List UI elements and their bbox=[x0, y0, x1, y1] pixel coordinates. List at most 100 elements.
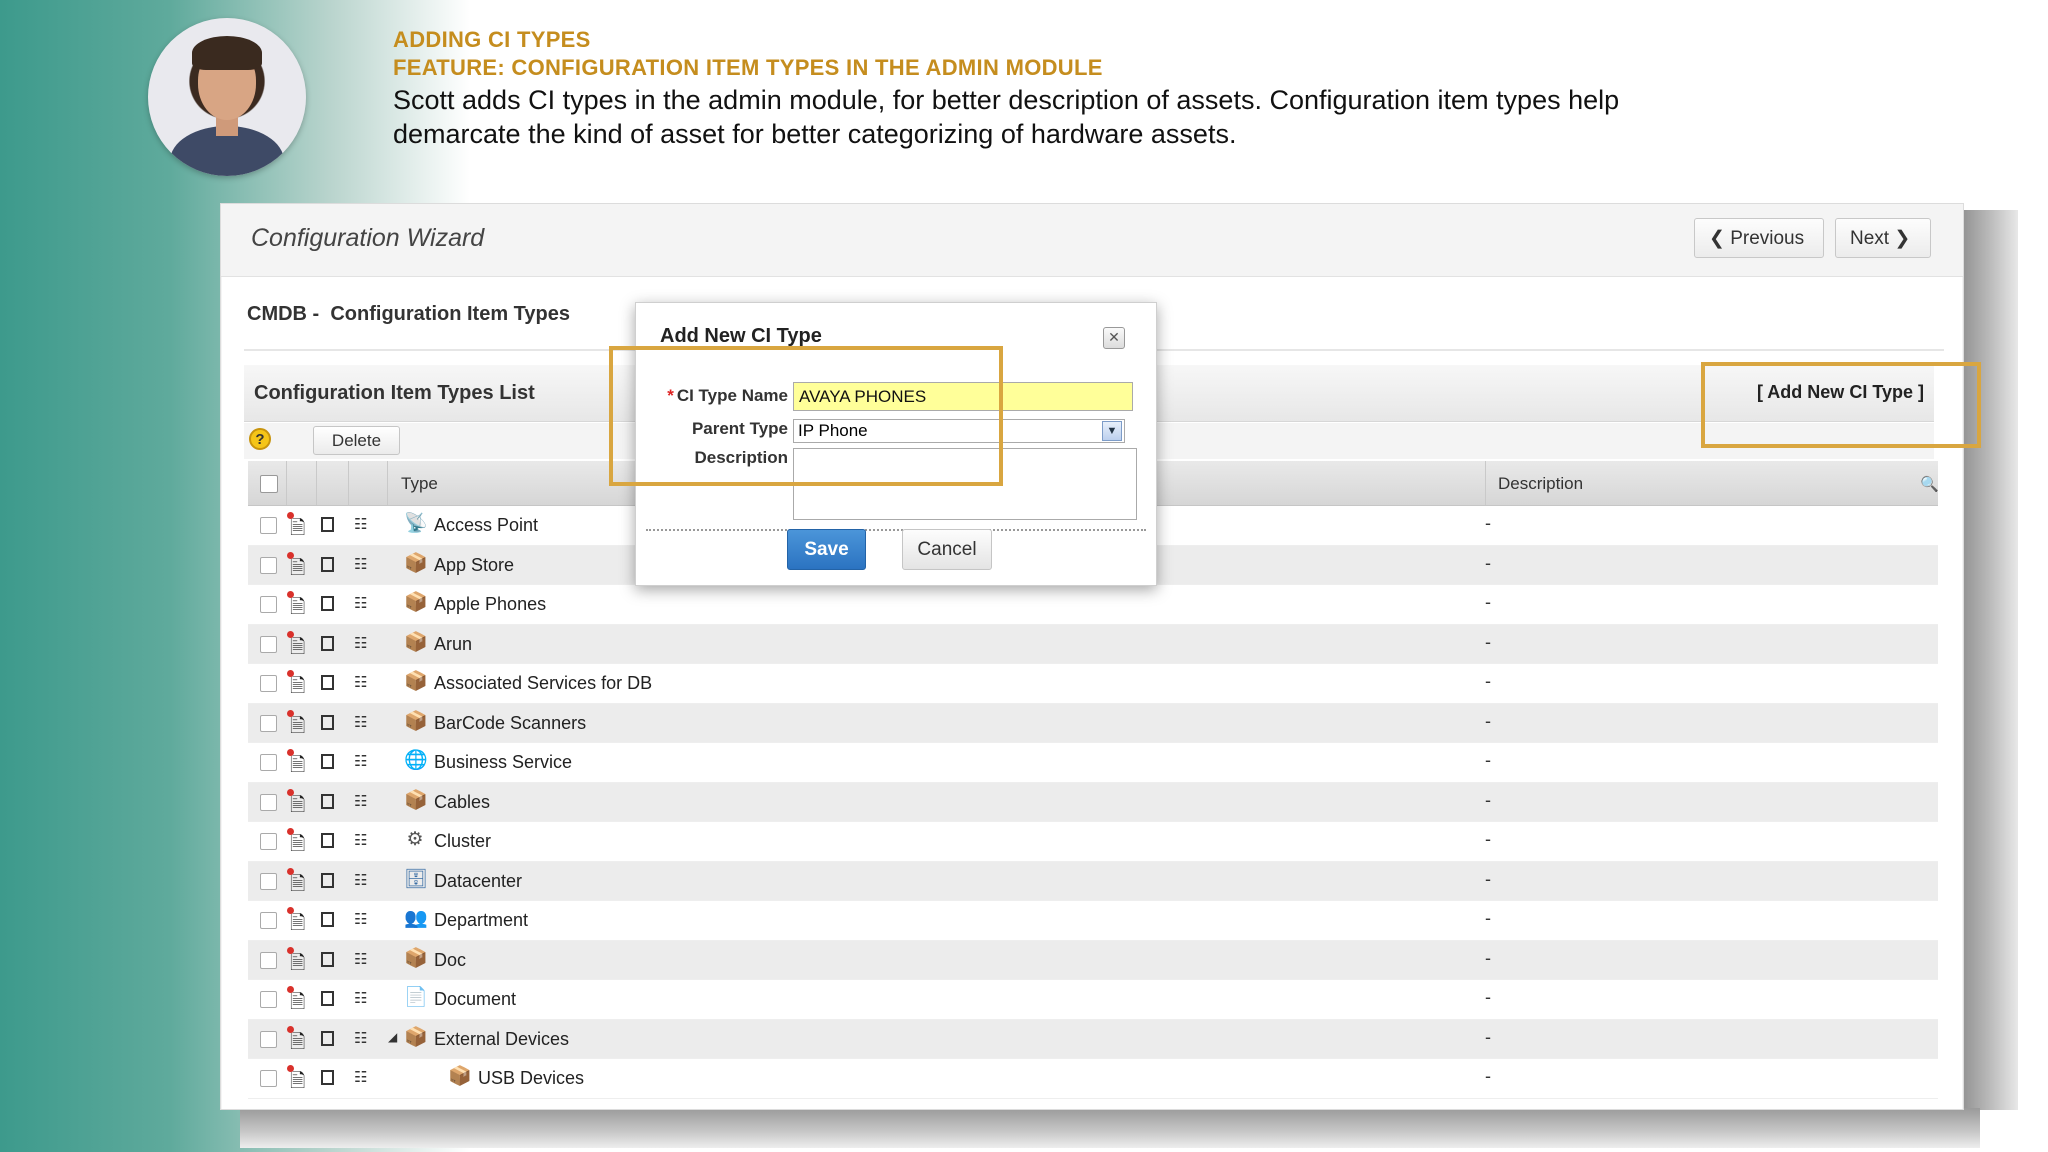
type-label[interactable]: External Devices bbox=[434, 1029, 569, 1050]
edit-icon[interactable]: 🗎 bbox=[286, 788, 305, 823]
row-checkbox[interactable] bbox=[260, 596, 277, 613]
collapse-icon[interactable]: ◢ bbox=[388, 1030, 397, 1044]
table-row[interactable]: 🗎 ☷ 📦 BarCode Scanners - bbox=[248, 703, 1938, 744]
edit-icon[interactable]: 🗎 bbox=[286, 828, 305, 862]
type-label[interactable]: Cluster bbox=[434, 831, 491, 852]
type-label[interactable]: Business Service bbox=[434, 752, 572, 773]
type-label[interactable]: Cables bbox=[434, 792, 490, 813]
hierarchy-icon[interactable]: ☷ bbox=[354, 634, 367, 652]
view-icon[interactable] bbox=[321, 754, 334, 769]
delete-button[interactable]: Delete bbox=[313, 426, 400, 455]
edit-icon[interactable]: 🗎 bbox=[286, 551, 305, 586]
view-icon[interactable] bbox=[321, 675, 334, 690]
table-row[interactable]: 🗎 ☷ ◢ 📦 External Devices - bbox=[248, 1019, 1938, 1060]
edit-icon[interactable]: 🗎 bbox=[286, 709, 305, 744]
view-icon[interactable] bbox=[321, 556, 334, 572]
row-checkbox[interactable] bbox=[260, 754, 277, 771]
hierarchy-icon[interactable]: ☷ bbox=[354, 831, 367, 849]
hierarchy-icon[interactable]: ☷ bbox=[354, 792, 367, 810]
edit-icon[interactable]: 🗎 bbox=[286, 1025, 305, 1060]
view-icon[interactable] bbox=[321, 793, 334, 809]
edit-icon[interactable]: 🗎 bbox=[286, 670, 305, 704]
hierarchy-icon[interactable]: ☷ bbox=[354, 594, 367, 612]
row-checkbox[interactable] bbox=[260, 872, 277, 890]
row-checkbox[interactable] bbox=[260, 556, 277, 574]
view-icon[interactable] bbox=[321, 517, 334, 532]
view-icon[interactable] bbox=[321, 912, 334, 927]
table-row[interactable]: 🗎 ☷ 📦 Arun - bbox=[248, 624, 1938, 665]
hierarchy-icon[interactable]: ☷ bbox=[354, 673, 367, 691]
view-icon[interactable] bbox=[321, 951, 334, 967]
edit-icon[interactable]: 🗎 bbox=[286, 512, 305, 546]
row-checkbox[interactable] bbox=[260, 951, 277, 969]
row-checkbox[interactable] bbox=[260, 1070, 277, 1087]
row-checkbox[interactable] bbox=[260, 912, 277, 929]
table-row[interactable]: 🗎 ☷ ⚙ Cluster - bbox=[248, 822, 1938, 862]
edit-icon[interactable]: 🗎 bbox=[286, 907, 305, 941]
edit-icon[interactable]: 🗎 bbox=[286, 986, 305, 1020]
column-header-description[interactable]: Description bbox=[1498, 474, 1583, 494]
type-label[interactable]: Apple Phones bbox=[434, 594, 546, 615]
hierarchy-icon[interactable]: ☷ bbox=[354, 989, 367, 1007]
table-row[interactable]: 🗎 ☷ 📦 Apple Phones - bbox=[248, 585, 1938, 625]
edit-icon[interactable]: 🗎 bbox=[286, 749, 305, 783]
table-row[interactable]: 🗎 ☷ 📄 Document - bbox=[248, 980, 1938, 1020]
table-row[interactable]: 🗎 ☷ 📦 Associated Services for DB - bbox=[248, 664, 1938, 704]
next-button[interactable]: Next ❯ bbox=[1835, 218, 1931, 258]
hierarchy-icon[interactable]: ☷ bbox=[354, 752, 367, 770]
row-checkbox[interactable] bbox=[260, 793, 277, 811]
view-icon[interactable] bbox=[321, 833, 334, 848]
save-button[interactable]: Save bbox=[787, 529, 866, 570]
edit-icon[interactable]: 🗎 bbox=[286, 946, 305, 981]
row-checkbox[interactable] bbox=[260, 714, 277, 732]
row-checkbox[interactable] bbox=[260, 833, 277, 850]
cancel-button[interactable]: Cancel bbox=[902, 529, 992, 570]
table-row[interactable]: 🗎 ☷ 📦 USB Devices - bbox=[248, 1059, 1938, 1099]
type-label[interactable]: Associated Services for DB bbox=[434, 673, 652, 694]
row-checkbox[interactable] bbox=[260, 1030, 277, 1048]
view-icon[interactable] bbox=[321, 991, 334, 1006]
view-icon[interactable] bbox=[321, 1030, 334, 1046]
type-label[interactable]: USB Devices bbox=[478, 1068, 584, 1089]
table-row[interactable]: 🗎 ☷ 📦 Cables - bbox=[248, 782, 1938, 823]
table-row[interactable]: 🗎 ☷ 👥 Department - bbox=[248, 901, 1938, 941]
table-row[interactable]: 🗎 ☷ 🗄 Datacenter - bbox=[248, 861, 1938, 902]
hierarchy-icon[interactable]: ☷ bbox=[354, 910, 367, 928]
search-icon[interactable]: 🔍 bbox=[1920, 475, 1939, 493]
close-icon[interactable]: ✕ bbox=[1103, 327, 1125, 349]
hierarchy-icon[interactable]: ☷ bbox=[354, 1029, 367, 1047]
type-label[interactable]: Arun bbox=[434, 634, 472, 655]
edit-icon[interactable]: 🗎 bbox=[286, 591, 305, 625]
type-label[interactable]: Doc bbox=[434, 950, 466, 971]
hierarchy-icon[interactable]: ☷ bbox=[354, 1068, 367, 1086]
help-icon[interactable]: ? bbox=[249, 428, 271, 450]
edit-icon[interactable]: 🗎 bbox=[286, 630, 305, 665]
hierarchy-icon[interactable]: ☷ bbox=[354, 871, 367, 889]
type-label[interactable]: App Store bbox=[434, 555, 514, 576]
hierarchy-icon[interactable]: ☷ bbox=[354, 515, 367, 533]
edit-icon[interactable]: 🗎 bbox=[286, 867, 305, 902]
type-label[interactable]: Datacenter bbox=[434, 871, 522, 892]
row-checkbox[interactable] bbox=[260, 635, 277, 653]
row-checkbox[interactable] bbox=[260, 675, 277, 692]
type-label[interactable]: Department bbox=[434, 910, 528, 931]
type-label[interactable]: BarCode Scanners bbox=[434, 713, 586, 734]
view-icon[interactable] bbox=[321, 635, 334, 651]
view-icon[interactable] bbox=[321, 1070, 334, 1085]
hierarchy-icon[interactable]: ☷ bbox=[354, 713, 367, 731]
edit-icon[interactable]: 🗎 bbox=[286, 1065, 305, 1099]
view-icon[interactable] bbox=[321, 872, 334, 888]
view-icon[interactable] bbox=[321, 596, 334, 611]
type-label[interactable]: Document bbox=[434, 989, 516, 1010]
type-label[interactable]: Access Point bbox=[434, 515, 538, 536]
row-checkbox[interactable] bbox=[260, 517, 277, 534]
column-header-type[interactable]: Type bbox=[401, 474, 438, 494]
previous-button[interactable]: ❮ Previous bbox=[1694, 218, 1824, 258]
row-checkbox[interactable] bbox=[260, 991, 277, 1008]
select-all-checkbox[interactable] bbox=[260, 475, 278, 493]
table-row[interactable]: 🗎 ☷ 📦 Doc - bbox=[248, 940, 1938, 981]
view-icon[interactable] bbox=[321, 714, 334, 730]
hierarchy-icon[interactable]: ☷ bbox=[354, 950, 367, 968]
table-row[interactable]: 🗎 ☷ 🌐 Business Service - bbox=[248, 743, 1938, 783]
hierarchy-icon[interactable]: ☷ bbox=[354, 555, 367, 573]
